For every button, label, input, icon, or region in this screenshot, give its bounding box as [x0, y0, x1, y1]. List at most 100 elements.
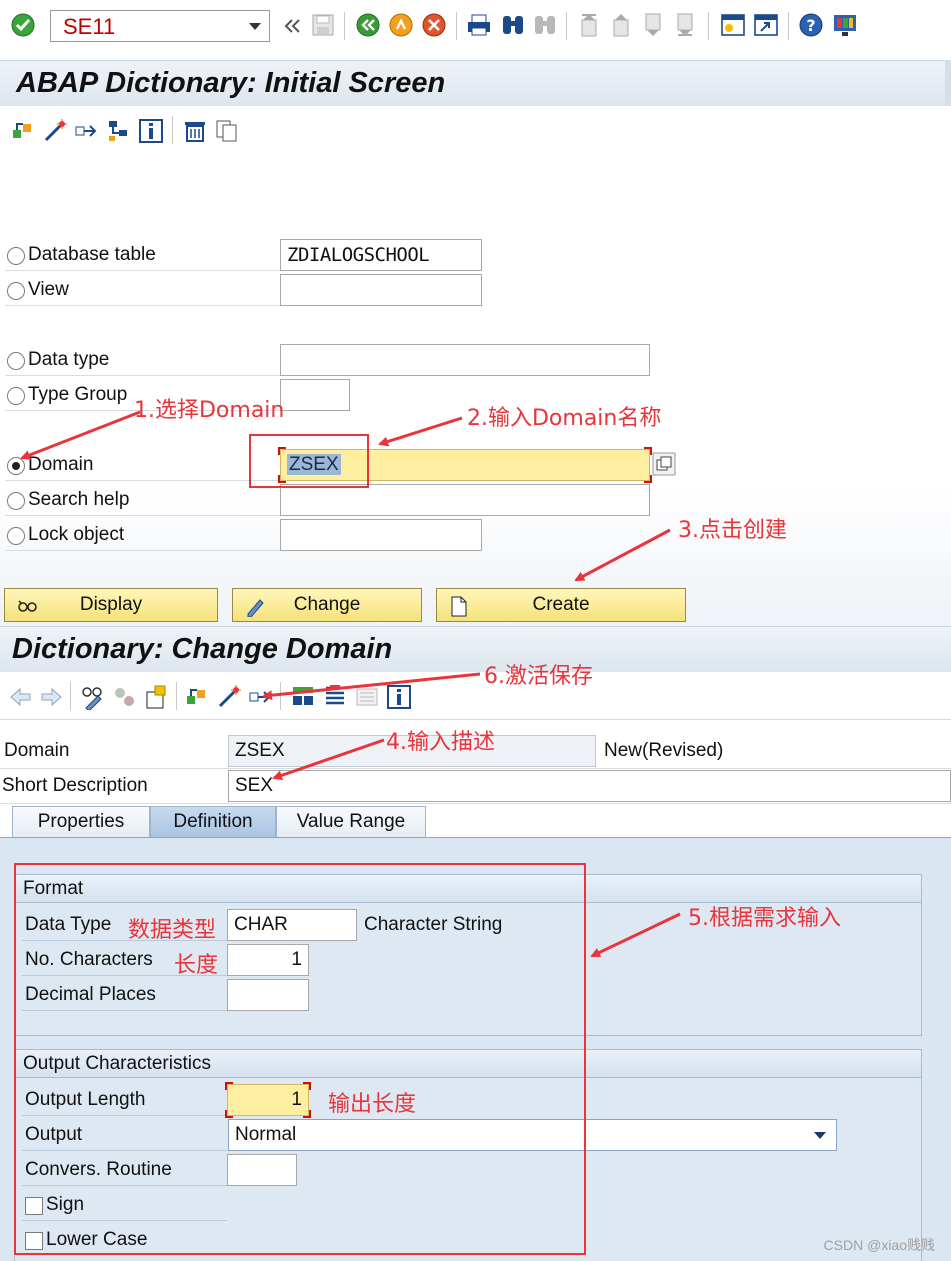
- create-button[interactable]: Create: [436, 588, 686, 622]
- change-button[interactable]: Change: [232, 588, 422, 622]
- row-divider: [5, 550, 280, 551]
- prev-page-icon[interactable]: [608, 12, 634, 38]
- shortcut-icon[interactable]: [753, 12, 779, 38]
- toolbar-separator: [172, 116, 173, 144]
- annotation-step-4: 4.输入描述: [386, 730, 495, 755]
- save-icon[interactable]: [310, 12, 336, 38]
- help-icon[interactable]: ?: [798, 12, 824, 38]
- chevron-down-icon[interactable]: [249, 23, 261, 30]
- annotation-step-1: 1.选择Domain: [134, 398, 285, 423]
- active-inactive-icon[interactable]: [112, 684, 138, 710]
- create-button-label: Create: [532, 594, 590, 615]
- display-change-icon[interactable]: [80, 684, 106, 710]
- tab-definition[interactable]: Definition: [150, 806, 276, 838]
- radio-data-type[interactable]: [7, 352, 25, 370]
- screen1-title-bar: ABAP Dictionary: Initial Screen: [0, 60, 951, 106]
- radio-view[interactable]: [7, 282, 25, 300]
- radio-type-group[interactable]: [7, 387, 25, 405]
- new-session-icon[interactable]: [720, 12, 746, 38]
- enter-icon[interactable]: [10, 12, 36, 38]
- annotation-step-5: 5.根据需求输入: [688, 906, 841, 931]
- command-field[interactable]: SE11: [50, 10, 270, 42]
- print-icon[interactable]: [466, 12, 492, 38]
- where-used-icon[interactable]: [74, 118, 100, 144]
- screen1-title: ABAP Dictionary: Initial Screen: [16, 67, 446, 99]
- screen2-title-bar: Dictionary: Change Domain: [0, 626, 951, 672]
- cancel-icon[interactable]: [421, 12, 447, 38]
- toolbar-separator: [70, 682, 71, 710]
- display-button-label: Display: [79, 594, 143, 615]
- exit-icon[interactable]: [388, 12, 414, 38]
- where-used-icon[interactable]: [248, 684, 274, 710]
- toolbar-separator: [566, 12, 567, 40]
- info-icon[interactable]: [386, 684, 412, 710]
- row-divider: [5, 270, 280, 271]
- row-divider: [5, 480, 280, 481]
- radio-search-help[interactable]: [7, 492, 25, 510]
- radio-database-table[interactable]: [7, 247, 25, 265]
- other-object-icon[interactable]: [10, 118, 36, 144]
- hierarchy-icon[interactable]: [106, 118, 132, 144]
- next-page-icon[interactable]: [640, 12, 666, 38]
- toolbar-separator: [788, 12, 789, 40]
- label-view: View: [28, 279, 69, 300]
- focus-corner: [644, 447, 652, 455]
- annotation-box-definition: [14, 863, 586, 1255]
- annotation-step-3: 3.点击创建: [678, 518, 787, 543]
- row-divider: [5, 515, 280, 516]
- watermark: CSDN @xiao贱贱: [823, 1237, 935, 1253]
- toolbar-separator: [708, 12, 709, 40]
- annotation-box-domain-name: [249, 434, 369, 488]
- label-type-group: Type Group: [28, 384, 128, 405]
- radio-lock-object[interactable]: [7, 527, 25, 545]
- display-button[interactable]: Display: [4, 588, 218, 622]
- info-icon[interactable]: [138, 118, 164, 144]
- screen2-app-toolbar: [0, 672, 951, 720]
- short-description-input[interactable]: SEX: [228, 770, 951, 802]
- screen2-title: Dictionary: Change Domain: [12, 633, 393, 665]
- find-next-icon[interactable]: [532, 12, 558, 38]
- last-page-icon[interactable]: [672, 12, 698, 38]
- double-chevron-left-icon[interactable]: [280, 14, 306, 40]
- activate-icon[interactable]: [216, 684, 242, 710]
- screen1-app-toolbar: [0, 106, 951, 154]
- object-list-icon[interactable]: [290, 684, 316, 710]
- chevron-down-icon[interactable]: [814, 1132, 826, 1139]
- tab-properties[interactable]: Properties: [12, 806, 150, 838]
- view-input[interactable]: [280, 274, 482, 306]
- change-button-label: Change: [293, 594, 361, 615]
- focus-corner: [644, 475, 652, 483]
- lock-object-input[interactable]: [280, 519, 482, 551]
- customize-layout-icon[interactable]: [832, 12, 858, 38]
- value-help-icon[interactable]: [652, 452, 676, 476]
- toolbar-separator: [176, 682, 177, 710]
- annotation-output-length: 输出长度: [328, 1092, 417, 1117]
- toolbar-separator: [456, 12, 457, 40]
- label-lock-object: Lock object: [28, 524, 125, 545]
- arrow-right-icon[interactable]: [38, 684, 64, 710]
- search-help-input[interactable]: [280, 484, 650, 516]
- check-icon[interactable]: [184, 684, 210, 710]
- back-icon[interactable]: [355, 12, 381, 38]
- toolbar-separator: [280, 682, 281, 710]
- tab-value-range[interactable]: Value Range: [276, 806, 426, 838]
- copy-icon[interactable]: [214, 118, 240, 144]
- activate-icon[interactable]: [42, 118, 68, 144]
- other-object-icon[interactable]: [144, 684, 170, 710]
- data-type-input[interactable]: [280, 344, 650, 376]
- screen1-body: [0, 154, 951, 626]
- first-page-icon[interactable]: [576, 12, 602, 38]
- delete-icon[interactable]: [182, 118, 208, 144]
- radio-domain[interactable]: [7, 457, 25, 475]
- row-divider: [5, 305, 280, 306]
- annotation-step-2: 2.输入Domain名称: [467, 406, 662, 431]
- database-table-input[interactable]: ZDIALOGSCHOOL: [280, 239, 482, 271]
- navigation-window-icon[interactable]: [322, 684, 348, 710]
- type-group-input[interactable]: [280, 379, 350, 411]
- command-field-value: SE11: [63, 14, 116, 39]
- documentation-icon[interactable]: [354, 684, 380, 710]
- find-icon[interactable]: [500, 12, 526, 38]
- short-description-label: Short Description: [2, 775, 148, 796]
- arrow-left-icon[interactable]: [8, 684, 34, 710]
- label-domain: Domain: [28, 454, 94, 475]
